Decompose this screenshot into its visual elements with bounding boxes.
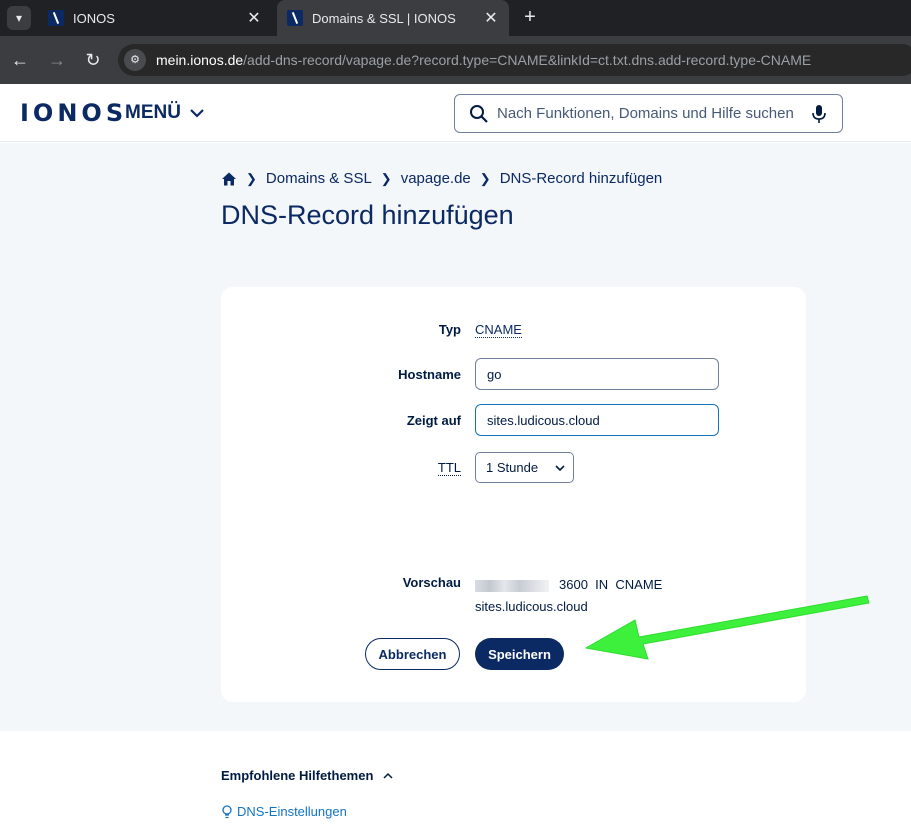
tab-title: Domains & SSL | IONOS: [312, 10, 456, 26]
menu-label: MENÜ: [125, 102, 181, 123]
preview-target: sites.ludicous.cloud: [475, 599, 588, 614]
chevron-up-icon: [383, 772, 393, 779]
back-icon[interactable]: ←: [8, 48, 32, 72]
ttl-label-wrap: TTL: [321, 460, 461, 476]
browser-toolbar: ← → ↻ ⚙ mein.ionos.de /add-dns-record/va…: [0, 36, 911, 84]
close-tab-icon[interactable]: ✕: [481, 8, 501, 28]
ttl-select[interactable]: 1 Stunde: [475, 452, 574, 483]
page-title: DNS-Record hinzufügen: [221, 200, 514, 230]
close-tab-icon[interactable]: ✕: [244, 8, 264, 28]
hostname-label: Hostname: [398, 367, 461, 382]
site-header: IONOS MENÜ: [0, 84, 911, 142]
breadcrumb-domain-link[interactable]: vapage.de: [401, 170, 471, 187]
reload-icon[interactable]: ↻: [81, 48, 105, 72]
microphone-icon[interactable]: [810, 104, 828, 124]
browser-tabstrip: ▾ IONOS ✕ Domains & SSL | IONOS ✕ +: [0, 0, 911, 36]
breadcrumb-domains-link[interactable]: Domains & SSL: [266, 170, 372, 187]
save-button[interactable]: Speichern: [475, 638, 564, 670]
preview-class: IN: [595, 577, 609, 592]
type-label: Typ: [438, 322, 461, 337]
redacted-hostname: [475, 579, 549, 592]
new-tab-icon[interactable]: +: [518, 5, 542, 29]
chevron-right-icon: ❯: [380, 170, 392, 186]
ionos-favicon-icon: [287, 10, 303, 26]
tab-title: IONOS: [73, 10, 115, 26]
preview-type: CNAME: [615, 577, 663, 592]
help-link-label: DNS-Einstellungen: [237, 804, 347, 819]
breadcrumb-current: DNS-Record hinzufügen: [499, 170, 663, 187]
site-settings-icon[interactable]: ⚙: [124, 49, 146, 71]
search-icon: [470, 104, 488, 123]
menu-button[interactable]: MENÜ: [125, 102, 205, 124]
browser-tab-ionos[interactable]: IONOS ✕: [38, 0, 272, 36]
search-input[interactable]: [497, 105, 810, 122]
preview-label: Vorschau: [402, 575, 461, 590]
chevron-right-icon: ❯: [246, 170, 257, 186]
main-content: ❯ Domains & SSL ❯ vapage.de ❯ DNS-Record…: [0, 143, 911, 731]
breadcrumb: ❯ Domains & SSL ❯ vapage.de ❯ DNS-Record…: [221, 170, 662, 187]
tab-search-icon[interactable]: ▾: [7, 6, 31, 30]
address-bar[interactable]: ⚙ mein.ionos.de /add-dns-record/vapage.d…: [118, 44, 911, 76]
hostname-input[interactable]: [475, 358, 719, 390]
chevron-right-icon: ❯: [479, 170, 491, 186]
browser-tab-domains[interactable]: Domains & SSL | IONOS ✕: [277, 0, 509, 36]
url-host: mein.ionos.de: [156, 52, 244, 68]
points-to-input[interactable]: [475, 404, 719, 436]
home-icon[interactable]: [221, 171, 237, 187]
help-link-dns-settings[interactable]: DNS-Einstellungen: [221, 804, 347, 819]
points-to-label: Zeigt auf: [406, 413, 461, 428]
url-path: /add-dns-record/vapage.de?record.type=CN…: [243, 52, 812, 68]
help-topics-title: Empfohlene Hilfethemen: [221, 768, 374, 783]
preview-ttl: 3600: [559, 577, 588, 592]
ionos-logo[interactable]: IONOS: [20, 99, 127, 127]
type-value: CNAME: [475, 322, 522, 338]
dns-record-form: Typ CNAME Hostname Zeigt auf TTL 1 Stund…: [221, 287, 806, 702]
lightbulb-icon: [222, 804, 232, 818]
search-box[interactable]: [454, 94, 843, 133]
ttl-label[interactable]: TTL: [437, 460, 461, 476]
forward-icon[interactable]: →: [45, 48, 69, 72]
help-topics-toggle[interactable]: Empfohlene Hilfethemen: [221, 768, 393, 783]
preview-record: 3600 IN CNAME sites.ludicous.cloud: [475, 574, 662, 618]
ionos-favicon-icon: [48, 10, 64, 26]
cancel-button[interactable]: Abbrechen: [365, 638, 460, 670]
chevron-down-icon: [190, 109, 204, 118]
ttl-selected-value: 1 Stunde: [486, 460, 539, 475]
chevron-down-icon: [555, 465, 565, 472]
